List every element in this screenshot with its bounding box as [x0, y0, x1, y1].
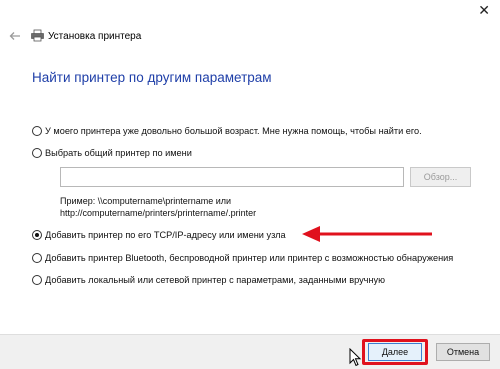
option-label: Выбрать общий принтер по имени: [45, 148, 192, 158]
browse-button[interactable]: Обзор...: [410, 167, 471, 187]
option-label: Добавить принтер по его TCP/IP-адресу ил…: [45, 230, 286, 240]
window-titlebar: ✕: [0, 0, 500, 22]
example-line-2: http://computername/printers/printername…: [60, 208, 257, 218]
option-old-printer[interactable]: У моего принтера уже довольно большой во…: [32, 124, 422, 138]
option-bluetooth[interactable]: Добавить принтер Bluetooth, беспроводной…: [32, 251, 453, 265]
page-heading: Найти принтер по другим параметрам: [32, 70, 272, 85]
option-manual[interactable]: Добавить локальный или сетевой принтер с…: [32, 273, 385, 287]
example-line-1: Пример: \\computername\printername или: [60, 196, 232, 206]
option-label: Добавить принтер Bluetooth, беспроводной…: [45, 253, 454, 263]
option-label: У моего принтера уже довольно большой во…: [45, 126, 422, 136]
wizard-title: Установка принтера: [48, 31, 142, 42]
radio-button[interactable]: [32, 275, 42, 285]
example-text: Пример: \\computername\printername или h…: [60, 195, 256, 219]
option-tcpip[interactable]: Добавить принтер по его TCP/IP-адресу ил…: [32, 228, 286, 242]
radio-button-selected[interactable]: [32, 230, 42, 240]
cancel-button[interactable]: Отмена: [436, 343, 490, 361]
radio-button[interactable]: [32, 253, 42, 263]
option-label: Добавить локальный или сетевой принтер с…: [45, 275, 386, 285]
printer-name-input[interactable]: [60, 167, 404, 187]
mouse-cursor-icon: [349, 348, 362, 367]
printer-icon: [31, 29, 44, 42]
radio-button[interactable]: [32, 148, 42, 158]
radio-button[interactable]: [32, 126, 42, 136]
option-shared-printer[interactable]: Выбрать общий принтер по имени: [32, 146, 192, 160]
next-button[interactable]: Далее: [368, 343, 422, 361]
back-arrow-icon[interactable]: [8, 29, 22, 43]
close-icon[interactable]: ✕: [478, 3, 490, 19]
annotation-arrow-icon: [302, 226, 432, 242]
